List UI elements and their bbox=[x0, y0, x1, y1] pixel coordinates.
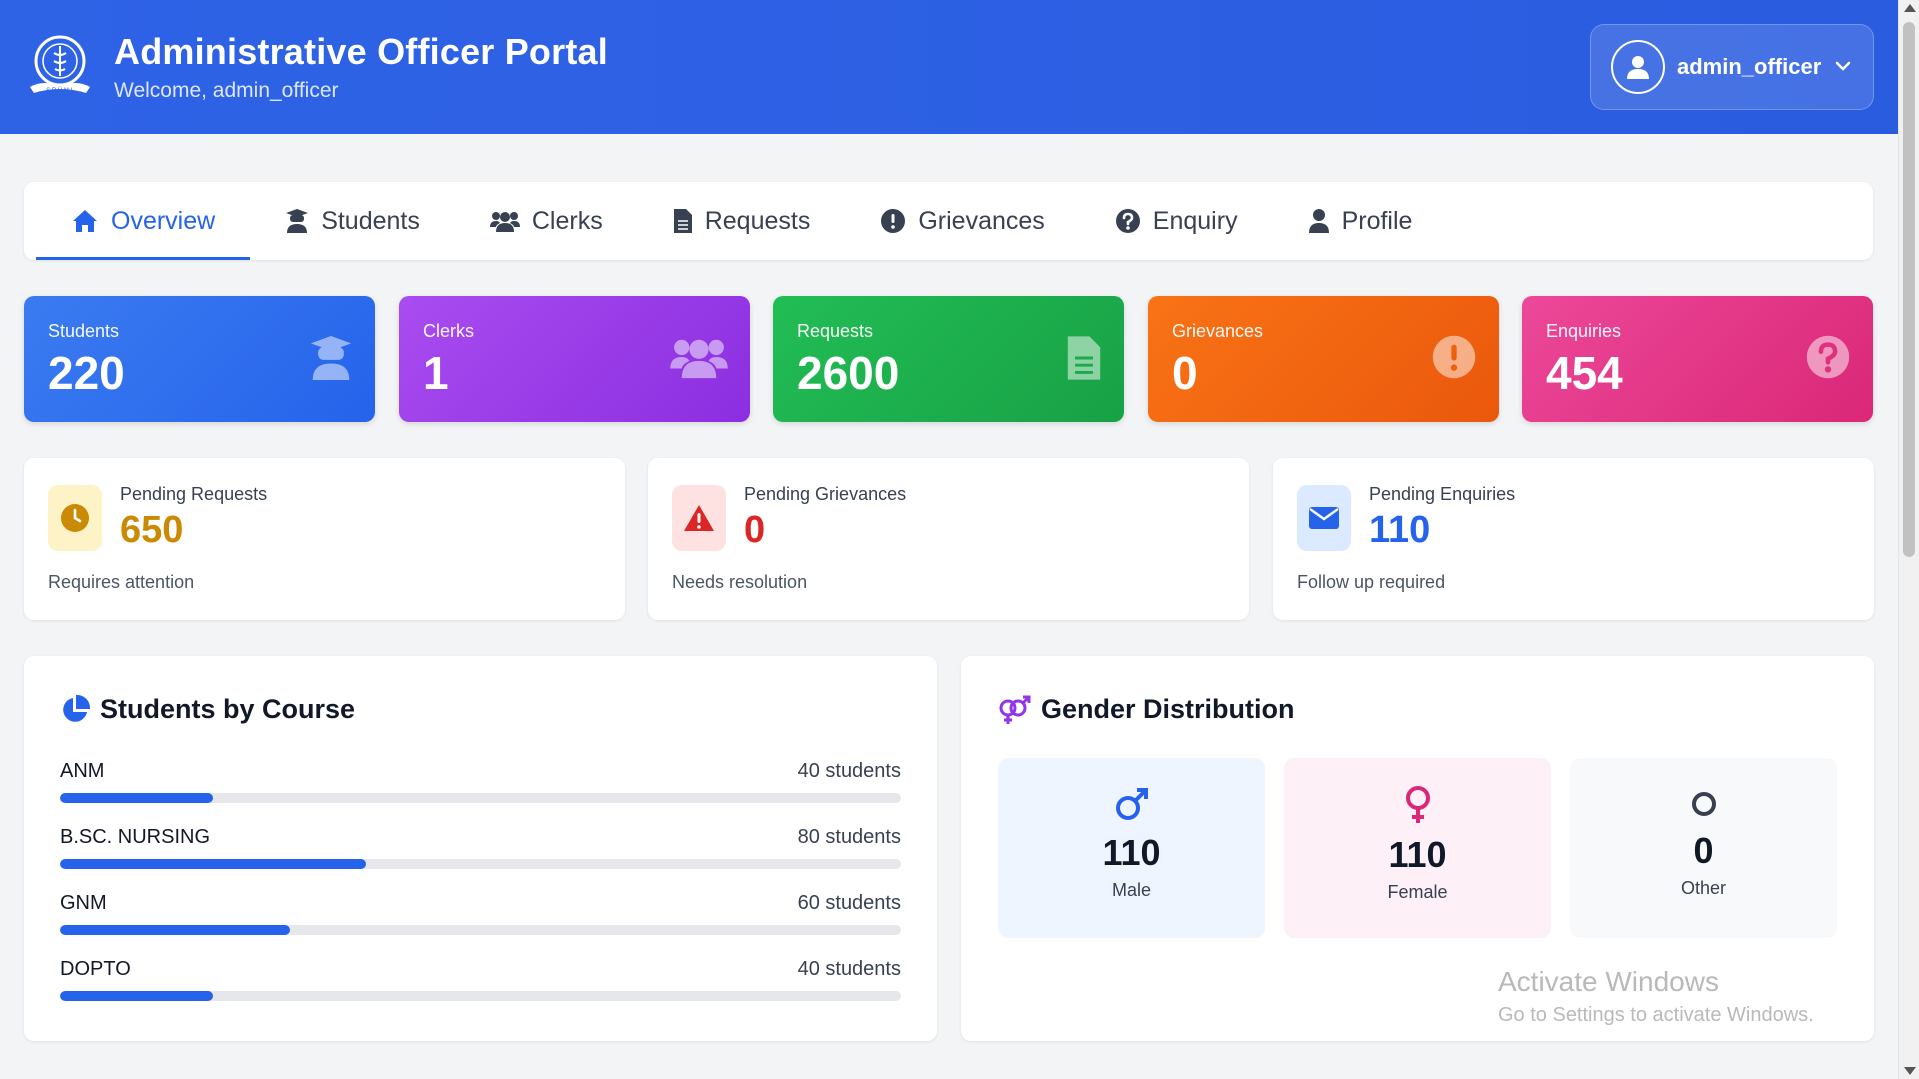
user-avatar-icon bbox=[1611, 40, 1665, 94]
tab-label: Profile bbox=[1341, 206, 1413, 235]
question-circle-icon bbox=[1806, 335, 1850, 379]
scroll-thumb[interactable] bbox=[1903, 22, 1915, 557]
chevron-down-icon bbox=[1835, 58, 1851, 76]
tab-label: Grievances bbox=[918, 206, 1045, 235]
user-menu-button[interactable]: admin_officer bbox=[1590, 24, 1874, 110]
course-progress-track bbox=[60, 793, 901, 803]
windows-activation-title: Activate Windows bbox=[1498, 966, 1719, 997]
user-icon bbox=[1308, 209, 1329, 233]
course-progress-track bbox=[60, 859, 901, 869]
panel-title: Students by Course bbox=[60, 694, 355, 725]
tab-students[interactable]: Students bbox=[250, 182, 455, 260]
page-title: Administrative Officer Portal bbox=[114, 31, 608, 72]
user-name: admin_officer bbox=[1677, 54, 1822, 79]
page-scrollbar[interactable] bbox=[1898, 0, 1919, 1079]
users-icon bbox=[489, 212, 520, 232]
genderless-icon bbox=[1691, 792, 1716, 816]
course-progress-track bbox=[60, 925, 901, 935]
clock-icon bbox=[48, 485, 102, 551]
course-progress-fill bbox=[60, 859, 367, 869]
tab-clerks[interactable]: Clerks bbox=[455, 182, 638, 260]
tab-label: Requests bbox=[704, 206, 811, 235]
welcome-text: Welcome, admin_officer bbox=[114, 79, 339, 102]
file-icon bbox=[673, 209, 692, 233]
tab-enquiry[interactable]: Enquiry bbox=[1080, 182, 1273, 260]
envelope-icon bbox=[1297, 485, 1351, 551]
course-name: DOPTO bbox=[60, 958, 131, 980]
graduate-icon bbox=[310, 336, 352, 380]
stat-card-enquiries: Enquiries 454 bbox=[1522, 296, 1873, 422]
course-progress-fill bbox=[60, 991, 214, 1001]
course-count: 80 students bbox=[797, 826, 901, 848]
course-row: B.SC. NURSING 80 students bbox=[60, 826, 901, 869]
venus-icon bbox=[1405, 786, 1430, 823]
course-progress-fill bbox=[60, 925, 290, 935]
scroll-down-arrow-icon[interactable] bbox=[1904, 1067, 1916, 1075]
app-header: S.R.H.M.I. Administrative Officer Portal… bbox=[0, 0, 1898, 134]
graduate-icon bbox=[286, 209, 309, 233]
institute-logo: S.R.H.M.I. bbox=[24, 31, 96, 103]
pending-enquiries-card: Pending Enquiries 110 Follow up required bbox=[1273, 458, 1874, 620]
course-name: B.SC. NURSING bbox=[60, 826, 211, 848]
gender-card-other: 0 Other bbox=[1570, 758, 1837, 938]
gender-card-male: 110 Male bbox=[998, 758, 1265, 938]
course-progress-fill bbox=[60, 793, 214, 803]
pending-requests-card: Pending Requests 650 Requires attention bbox=[24, 458, 625, 620]
stat-card-clerks: Clerks 1 bbox=[399, 296, 750, 422]
tab-requests[interactable]: Requests bbox=[638, 182, 846, 260]
students-by-course-panel: Students by Course ANM 40 students B.SC. N… bbox=[24, 656, 937, 1041]
warning-triangle-icon bbox=[672, 485, 726, 551]
course-name: GNM bbox=[60, 892, 107, 914]
pie-chart-icon bbox=[63, 694, 90, 722]
mars-icon bbox=[1115, 788, 1148, 820]
stat-card-requests: Requests 2600 bbox=[773, 296, 1124, 422]
course-row: ANM 40 students bbox=[60, 760, 901, 803]
course-count: 60 students bbox=[797, 892, 901, 914]
tab-profile[interactable]: Profile bbox=[1273, 182, 1448, 260]
exclamation-circle-icon bbox=[881, 209, 906, 233]
course-count: 40 students bbox=[797, 958, 901, 980]
stat-card-grievances: Grievances 0 bbox=[1148, 296, 1499, 422]
file-icon bbox=[1067, 336, 1101, 380]
scroll-up-arrow-icon[interactable] bbox=[1904, 4, 1916, 12]
stat-card-students: Students 220 bbox=[24, 296, 375, 422]
tab-grievances[interactable]: Grievances bbox=[845, 182, 1079, 260]
home-icon bbox=[73, 210, 97, 232]
svg-text:S.R.H.M.I.: S.R.H.M.I. bbox=[46, 88, 74, 94]
course-name: ANM bbox=[60, 760, 105, 782]
tab-label: Clerks bbox=[531, 206, 603, 235]
question-circle-icon bbox=[1115, 209, 1140, 233]
venus-mars-icon bbox=[999, 695, 1031, 724]
panel-title: Gender Distribution bbox=[997, 694, 1295, 725]
course-count: 40 students bbox=[797, 760, 901, 782]
nav-tabs: Overview Students Clerks Requests Grieva… bbox=[24, 182, 1873, 260]
tab-label: Students bbox=[321, 206, 420, 235]
course-progress-track bbox=[60, 991, 901, 1001]
course-row: GNM 60 students bbox=[60, 892, 901, 935]
exclamation-circle-icon bbox=[1432, 335, 1476, 379]
tab-label: Enquiry bbox=[1152, 206, 1238, 235]
gender-card-female: 110 Female bbox=[1284, 758, 1551, 938]
pending-grievances-card: Pending Grievances 0 Needs resolution bbox=[648, 458, 1249, 620]
tab-overview[interactable]: Overview bbox=[36, 182, 251, 260]
tab-label: Overview bbox=[111, 206, 216, 235]
course-row: DOPTO 40 students bbox=[60, 958, 901, 1001]
users-icon bbox=[670, 339, 728, 379]
windows-activation-text: Go to Settings to activate Windows. bbox=[1498, 1004, 1814, 1026]
